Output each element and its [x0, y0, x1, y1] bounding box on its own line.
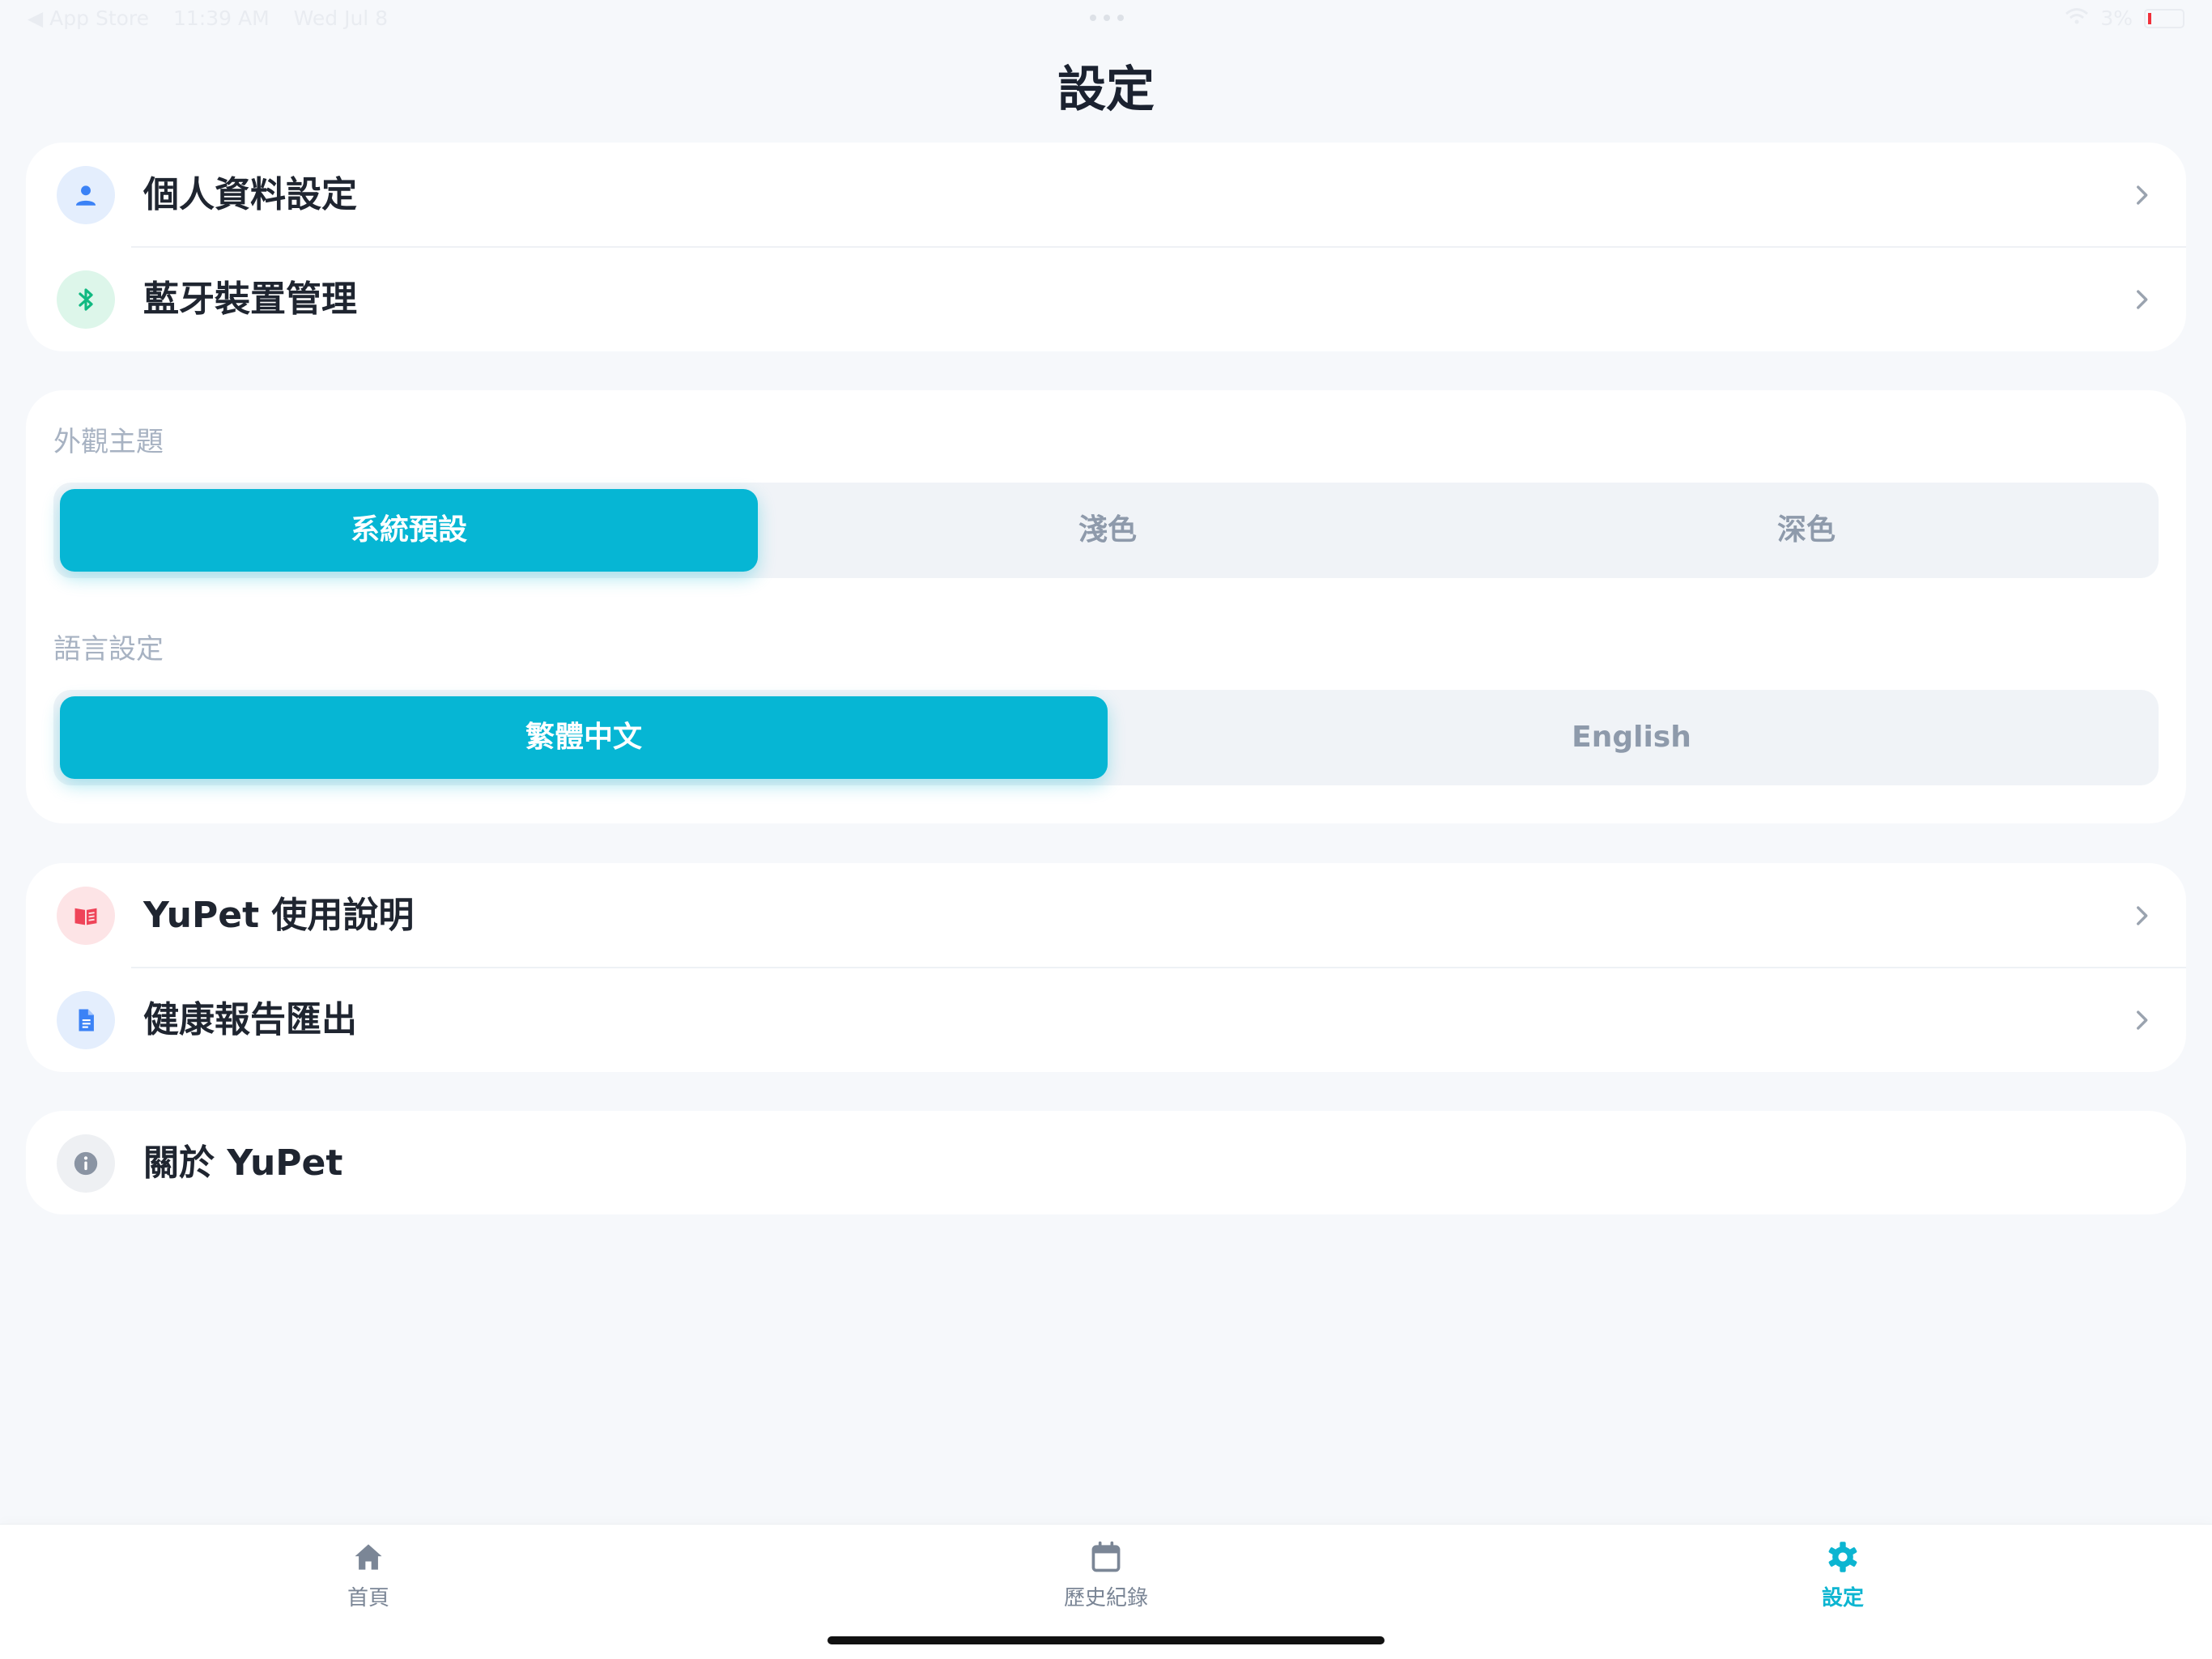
- status-right: 3%: [2065, 6, 2184, 30]
- document-icon: [57, 991, 115, 1049]
- theme-option-system[interactable]: 系統預設: [60, 489, 758, 572]
- book-icon: [57, 887, 115, 945]
- support-card: YuPet 使用說明 健康報告匯出: [26, 863, 2186, 1072]
- row-profile-settings[interactable]: 個人資料設定: [26, 143, 2186, 248]
- tab-home-label: 首頁: [347, 1586, 389, 1610]
- wifi-icon: [2065, 6, 2089, 30]
- tab-settings[interactable]: 設定: [1754, 1539, 1932, 1620]
- row-health-report-export[interactable]: 健康報告匯出: [26, 968, 2186, 1072]
- row-user-guide[interactable]: YuPet 使用說明: [26, 863, 2186, 968]
- multitasking-dots[interactable]: [1090, 15, 1124, 21]
- language-option-english[interactable]: English: [1108, 690, 2155, 785]
- tab-home[interactable]: 首頁: [279, 1539, 457, 1620]
- calendar-icon: [1091, 1541, 1121, 1572]
- gear-icon: [1828, 1542, 1857, 1572]
- chevron-right-icon: [2137, 185, 2148, 205]
- theme-segmented-control: 系統預設 淺色 深色: [53, 483, 2159, 578]
- theme-section-label: 外觀主題: [53, 426, 164, 458]
- theme-option-dark[interactable]: 深色: [1457, 483, 2155, 578]
- account-settings-card: 個人資料設定 藍牙裝置管理: [26, 143, 2186, 351]
- bluetooth-icon: [57, 270, 115, 329]
- user-guide-label: YuPet 使用說明: [143, 895, 415, 936]
- row-bluetooth-devices[interactable]: 藍牙裝置管理: [26, 247, 2186, 351]
- tab-settings-label: 設定: [1821, 1586, 1864, 1610]
- page-title: 設定: [1057, 62, 1155, 118]
- theme-option-light[interactable]: 淺色: [758, 483, 1457, 578]
- battery-percent: 3%: [2100, 6, 2133, 30]
- info-icon: [57, 1134, 115, 1193]
- about-label: 關於 YuPet: [143, 1142, 343, 1184]
- language-section-label: 語言設定: [53, 633, 164, 666]
- about-card: 關於 YuPet: [26, 1111, 2186, 1214]
- tab-history-label: 歷史紀錄: [1063, 1586, 1148, 1610]
- bluetooth-devices-label: 藍牙裝置管理: [143, 279, 357, 320]
- home-indicator[interactable]: [827, 1636, 1385, 1644]
- chevron-right-icon: [2137, 290, 2148, 309]
- status-time: 11:39 AM: [173, 6, 270, 30]
- back-to-app-store[interactable]: ◀ App Store: [28, 6, 149, 30]
- battery-icon: [2144, 8, 2184, 28]
- profile-settings-label: 個人資料設定: [143, 174, 357, 215]
- tab-history[interactable]: 歷史紀錄: [1017, 1539, 1195, 1620]
- chevron-right-icon: [2137, 1010, 2148, 1030]
- status-left: ◀ App Store 11:39 AM Wed Jul 8: [28, 6, 406, 30]
- status-bar: ◀ App Store 11:39 AM Wed Jul 8 3%: [0, 0, 2212, 39]
- health-report-export-label: 健康報告匯出: [143, 999, 357, 1040]
- status-date: Wed Jul 8: [293, 6, 389, 30]
- language-segmented-control: 繁體中文 English: [53, 690, 2159, 785]
- language-option-zh-tw[interactable]: 繁體中文: [60, 696, 1108, 779]
- preferences-card: 外觀主題 系統預設 淺色 深色 語言設定 繁體中文 English: [26, 390, 2186, 823]
- person-icon: [57, 166, 115, 224]
- row-about[interactable]: 關於 YuPet: [26, 1111, 2186, 1215]
- chevron-right-icon: [2137, 906, 2148, 925]
- home-icon: [355, 1544, 382, 1570]
